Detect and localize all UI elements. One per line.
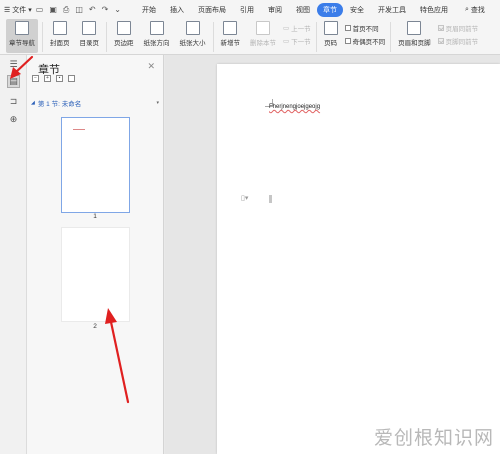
- document-area[interactable]: Fherjnengjoejgeojg ▯▾: [165, 55, 500, 454]
- text-cursor: [269, 195, 272, 203]
- prev-section-button[interactable]: ▭ 上一节: [283, 23, 311, 33]
- cover-page-icon: [52, 21, 67, 35]
- merge-section-icon[interactable]: ▪: [56, 75, 63, 82]
- panel-tools: − + ▪: [32, 75, 75, 82]
- bookmark-icon[interactable]: ⊐: [7, 95, 20, 108]
- new-section-icon: [223, 21, 238, 35]
- quick-access: ▭ ▣ ⎙ ◫ ↶ ↷ ⌄: [36, 5, 121, 15]
- expand-icon[interactable]: +: [44, 75, 51, 82]
- margins-icon: [116, 21, 131, 35]
- toc-page-icon: [82, 21, 97, 35]
- ribbon-tabs: 开始 插入 页面布局 引用 审阅 视图 章节 安全 开发工具 特色应用: [135, 2, 455, 17]
- page-number-button[interactable]: 页码: [321, 19, 341, 53]
- find-replace-icon[interactable]: ⊕: [7, 113, 20, 126]
- watermark: 爱创根知识网: [373, 427, 494, 449]
- open-icon[interactable]: ▭: [36, 5, 44, 14]
- section-nav-group: ▭ 上一节 ▭ 下一节: [283, 23, 311, 46]
- ribbon-toolbar: 章节导航 封面页 目录页 页边距 纸张方向 纸张大小 新增节 删除本节 ▭ 上一…: [0, 19, 500, 55]
- document-text[interactable]: Fherjnengjoejgeojg: [269, 104, 320, 110]
- prev-section-icon: ▭: [283, 25, 290, 32]
- search-button[interactable]: ⌕ 查找: [465, 5, 485, 15]
- tab-featured[interactable]: 特色应用: [413, 3, 455, 17]
- section-label: 第 1 节: 未命名: [37, 101, 82, 108]
- tab-insert[interactable]: 插入: [163, 3, 191, 17]
- toc-page-button[interactable]: 目录页: [77, 19, 103, 53]
- tab-review[interactable]: 审阅: [261, 3, 289, 17]
- header-footer-button[interactable]: 页眉和页脚: [395, 19, 434, 53]
- page-number-label: 2: [93, 323, 97, 330]
- chapter-nav-button[interactable]: 章节导航: [6, 19, 38, 53]
- divider: [212, 22, 214, 52]
- divider: [42, 22, 43, 52]
- print-icon[interactable]: ⎙: [63, 5, 69, 15]
- divider: [315, 22, 317, 52]
- chapter-nav-icon: [15, 21, 29, 35]
- same-as-prev-footer-checkbox[interactable]: 页脚同前节: [437, 36, 478, 46]
- search-label: 查找: [470, 6, 485, 14]
- section-item[interactable]: ◢ 第 1 节: 未命名 ▾: [31, 97, 159, 109]
- orientation-icon: [149, 21, 164, 35]
- page-number-icon: [323, 21, 338, 35]
- tab-chapter[interactable]: 章节: [317, 2, 343, 17]
- page-thumbnail[interactable]: [61, 117, 130, 213]
- next-section-button[interactable]: ▭ 下一节: [283, 36, 311, 46]
- checkbox-icon: [437, 38, 444, 44]
- left-sidebar-toolbar: ☰ ▤ ⊐ ⊕: [0, 55, 27, 454]
- preview-icon[interactable]: ◫: [75, 5, 83, 14]
- checkbox-icon: [344, 25, 351, 31]
- tab-home[interactable]: 开始: [135, 3, 163, 17]
- outline-icon[interactable]: ☰: [7, 58, 20, 71]
- document-page[interactable]: Fherjnengjoejgeojg ▯▾: [217, 64, 500, 454]
- more-icon[interactable]: ▾: [156, 100, 159, 106]
- new-section-button[interactable]: 新增节: [218, 19, 244, 53]
- close-icon[interactable]: ✕: [147, 61, 155, 72]
- hamburger-icon: ☰: [4, 6, 11, 14]
- file-menu-label: 文件: [12, 6, 27, 14]
- menu-bar: ☰ 文件 ▾ ▭ ▣ ⎙ ◫ ↶ ↷ ⌄ 开始 插入 页面布局 引用 审阅 视图…: [0, 0, 500, 19]
- page-thumbnail[interactable]: [61, 227, 130, 322]
- odd-even-diff-checkbox[interactable]: 奇偶页不同: [344, 36, 385, 46]
- split-section-icon[interactable]: [68, 75, 75, 82]
- tab-page-layout[interactable]: 页面布局: [191, 3, 233, 17]
- page-number-label: 1: [93, 213, 97, 220]
- delete-section-button[interactable]: 删除本节: [247, 19, 279, 53]
- tab-view[interactable]: 视图: [289, 3, 317, 17]
- thumbnail-text: [73, 129, 85, 130]
- orientation-button[interactable]: 纸张方向: [141, 19, 173, 53]
- checkbox-icon: [344, 38, 351, 44]
- paper-size-button[interactable]: 纸张大小: [177, 19, 209, 53]
- chapter-panel: 章节 ✕ − + ▪ ◢ 第 1 节: 未命名 ▾ 1 2: [27, 55, 164, 454]
- save-icon[interactable]: ▣: [49, 5, 57, 14]
- undo-icon[interactable]: ↶: [89, 5, 96, 14]
- search-icon: ⌕: [465, 5, 469, 13]
- chevron-down-icon: ▾: [28, 6, 32, 14]
- header-options-group: 首页不同 奇偶页不同: [344, 23, 386, 46]
- tab-developer[interactable]: 开发工具: [371, 3, 413, 17]
- paragraph-options-icon[interactable]: ▯▾: [241, 194, 248, 202]
- cover-page-button[interactable]: 封面页: [47, 19, 73, 53]
- tab-security[interactable]: 安全: [343, 3, 371, 17]
- chevron-down-icon[interactable]: ⌄: [114, 5, 121, 14]
- paper-size-icon: [185, 21, 200, 35]
- redo-icon[interactable]: ↷: [102, 5, 109, 14]
- margins-button[interactable]: 页边距: [111, 19, 137, 53]
- next-section-icon: ▭: [283, 38, 290, 45]
- tab-references[interactable]: 引用: [233, 3, 261, 17]
- divider: [106, 22, 107, 52]
- same-as-prev-group: 页眉同前节 页脚同前节: [437, 23, 478, 46]
- checkbox-icon: [437, 25, 444, 31]
- header-footer-icon: [407, 21, 422, 35]
- first-page-diff-checkbox[interactable]: 首页不同: [344, 23, 386, 33]
- delete-section-icon: [256, 21, 270, 35]
- caret-down-icon: ◢: [31, 100, 35, 106]
- chapter-panel-icon[interactable]: ▤: [7, 75, 20, 88]
- same-as-prev-header-checkbox[interactable]: 页眉同前节: [437, 23, 478, 33]
- file-menu[interactable]: ☰ 文件 ▾: [4, 5, 32, 15]
- divider: [390, 22, 392, 52]
- collapse-all-icon[interactable]: −: [32, 75, 39, 82]
